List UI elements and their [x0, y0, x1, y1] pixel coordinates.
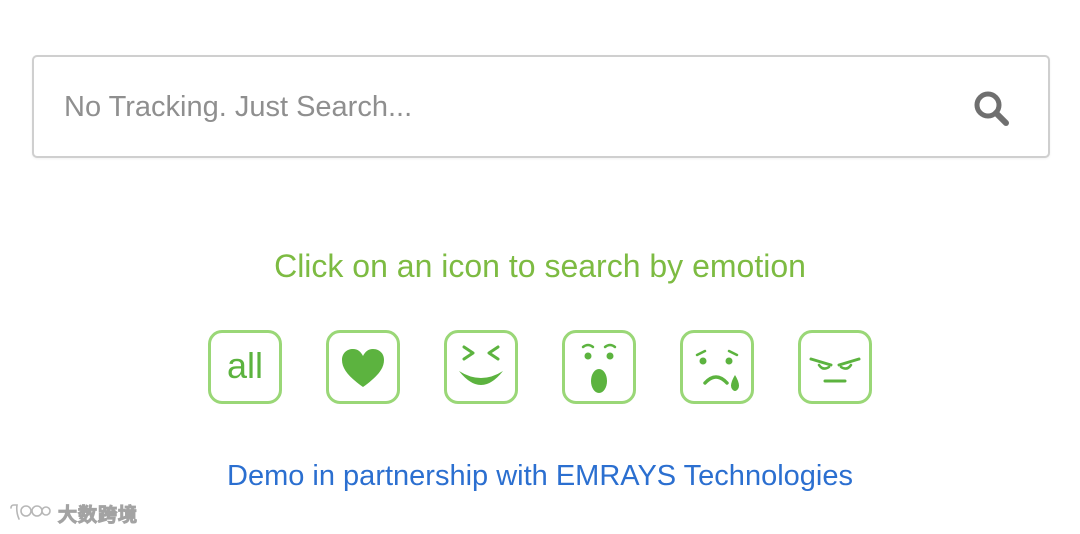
- crying-face-icon: [695, 349, 739, 391]
- search-icon: [974, 91, 1009, 126]
- emotion-all-button[interactable]: all: [208, 330, 282, 404]
- emotion-prompt: Click on an icon to search by emotion: [274, 248, 806, 284]
- emotion-surprise-button[interactable]: [562, 330, 636, 404]
- search-input[interactable]: [64, 79, 924, 135]
- emotion-anger-button[interactable]: [798, 330, 872, 404]
- watermark: 大数跨境: [8, 500, 138, 526]
- laughing-face-icon: [459, 345, 503, 385]
- angry-face-icon: [809, 357, 861, 383]
- surprised-face-icon: [581, 343, 617, 393]
- emotion-icon-row: all: [208, 330, 878, 410]
- emotion-love-button[interactable]: [326, 330, 400, 404]
- emotion-joy-button[interactable]: [444, 330, 518, 404]
- partner-link[interactable]: Demo in partnership with EMRAYS Technolo…: [0, 456, 1080, 496]
- emotion-sadness-button[interactable]: [680, 330, 754, 404]
- heart-icon: [342, 349, 384, 387]
- search-button[interactable]: [972, 89, 1012, 129]
- watermark-text: 大数跨境: [57, 503, 139, 526]
- watermark-logo-icon: [10, 504, 51, 520]
- emotion-all-label: all: [226, 345, 264, 386]
- search-box: [32, 55, 1050, 158]
- page: Click on an icon to search by emotion al…: [0, 0, 1080, 534]
